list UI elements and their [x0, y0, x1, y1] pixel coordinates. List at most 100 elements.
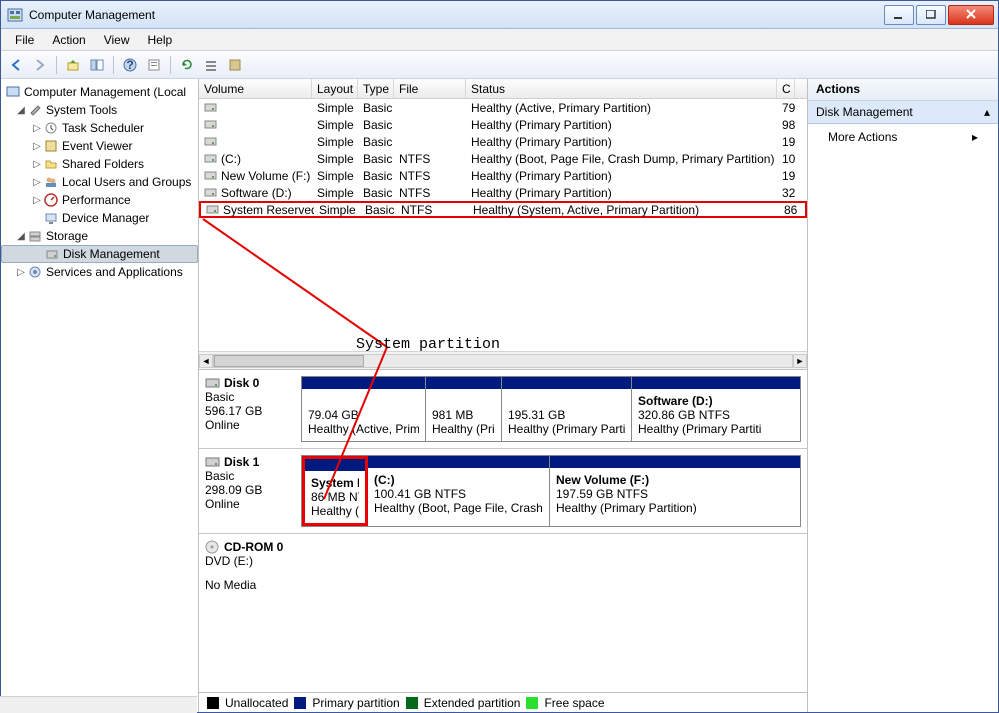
menu-help[interactable]: Help: [140, 31, 181, 49]
scroll-left-icon[interactable]: ◄: [199, 354, 213, 368]
actions-section[interactable]: Disk Management ▴: [808, 101, 998, 124]
partition[interactable]: New Volume (F:)197.59 GB NTFSHealthy (Pr…: [550, 456, 800, 526]
volume-row[interactable]: (C:)SimpleBasicNTFSHealthy (Boot, Page F…: [199, 150, 807, 167]
event-icon: [43, 138, 59, 154]
col-type[interactable]: Type: [358, 79, 394, 98]
menu-view[interactable]: View: [96, 31, 138, 49]
disk-block-cdrom[interactable]: CD-ROM 0 DVD (E:) No Media: [199, 534, 807, 598]
label: Computer Management (Local: [24, 85, 186, 99]
volume-status: Healthy (Primary Partition): [466, 135, 777, 149]
tree-event-viewer[interactable]: ▷Event Viewer: [1, 137, 198, 155]
part-size: 100.41 GB NTFS: [374, 487, 543, 501]
volume-fs: NTFS: [394, 169, 466, 183]
scroll-thumb[interactable]: [214, 355, 364, 367]
maximize-button[interactable]: [916, 5, 946, 25]
disk-name: CD-ROM 0: [224, 540, 283, 554]
users-icon: [43, 174, 59, 190]
legend-unallocated: Unallocated: [225, 696, 288, 710]
svg-text:?: ?: [126, 58, 133, 72]
volume-row[interactable]: System ReservedSimpleBasicNTFSHealthy (S…: [199, 201, 807, 218]
up-button[interactable]: [62, 54, 84, 76]
tree-scrollbar[interactable]: [1, 696, 197, 712]
performance-icon: [43, 192, 59, 208]
actions-pane: Actions Disk Management ▴ More Actions ▸: [808, 79, 998, 712]
computer-icon: [5, 84, 21, 100]
disk-type: DVD (E:): [205, 554, 297, 568]
back-button[interactable]: [5, 54, 27, 76]
col-layout[interactable]: Layout: [312, 79, 358, 98]
expand-icon[interactable]: ▷: [31, 195, 43, 206]
tree-storage[interactable]: ◢Storage: [1, 227, 198, 245]
tree-task-scheduler[interactable]: ▷Task Scheduler: [1, 119, 198, 137]
refresh-button[interactable]: [176, 54, 198, 76]
collapse-icon[interactable]: ▴: [984, 105, 990, 119]
disk-block-0[interactable]: Disk 0 Basic 596.17 GB Online 79.04 GBHe…: [199, 370, 807, 449]
partition[interactable]: (C:)100.41 GB NTFSHealthy (Boot, Page Fi…: [368, 456, 550, 526]
app-icon: [7, 7, 23, 23]
menu-file[interactable]: File: [7, 31, 42, 49]
disk-block-1[interactable]: Disk 1 Basic 298.09 GB Online System R86…: [199, 449, 807, 534]
volume-icon: [204, 102, 218, 113]
legend: Unallocated Primary partition Extended p…: [199, 692, 807, 712]
list-view-button[interactable]: [200, 54, 222, 76]
expand-icon[interactable]: ▷: [31, 177, 43, 188]
minimize-button[interactable]: [884, 5, 914, 25]
collapse-icon[interactable]: ◢: [15, 231, 27, 242]
menu-action[interactable]: Action: [44, 31, 93, 49]
tree-local-users[interactable]: ▷Local Users and Groups: [1, 173, 198, 191]
partition[interactable]: Software (D:)320.86 GB NTFSHealthy (Prim…: [632, 377, 800, 441]
help-button[interactable]: ?: [119, 54, 141, 76]
cdrom-icon: [205, 540, 221, 554]
volume-type: Basic: [358, 101, 394, 115]
volume-name: Software (D:): [221, 186, 292, 200]
expand-icon[interactable]: ▷: [31, 141, 43, 152]
volume-row[interactable]: SimpleBasicHealthy (Active, Primary Part…: [199, 99, 807, 116]
disk-state: No Media: [205, 578, 297, 592]
expand-icon[interactable]: ▷: [15, 267, 27, 278]
volume-row[interactable]: New Volume (F:)SimpleBasicNTFSHealthy (P…: [199, 167, 807, 184]
label: Disk Management: [63, 247, 160, 261]
scroll-right-icon[interactable]: ►: [793, 354, 807, 368]
tree-services[interactable]: ▷Services and Applications: [1, 263, 198, 281]
volume-list-hscroll[interactable]: ◄ ►: [199, 351, 807, 369]
disk-type: Basic: [205, 390, 297, 404]
tree-device-manager[interactable]: Device Manager: [1, 209, 198, 227]
part-status: Healthy (S: [311, 504, 359, 518]
volume-row[interactable]: SimpleBasicHealthy (Primary Partition)19: [199, 133, 807, 150]
partition[interactable]: 79.04 GBHealthy (Active, Prim: [302, 377, 426, 441]
col-volume[interactable]: Volume: [199, 79, 312, 98]
tree-root[interactable]: Computer Management (Local: [1, 83, 198, 101]
expand-icon[interactable]: ▷: [31, 159, 43, 170]
titlebar[interactable]: Computer Management: [1, 1, 998, 29]
center-pane: Volume Layout Type File System Status C …: [199, 79, 808, 712]
partition-system-reserved[interactable]: System R86 MB NTIHealthy (S: [302, 456, 368, 526]
tree-system-tools[interactable]: ◢System Tools: [1, 101, 198, 119]
volume-type: Basic: [358, 118, 394, 132]
part-name: New Volume (F:): [556, 473, 794, 487]
label: More Actions: [828, 130, 897, 144]
properties-button[interactable]: [143, 54, 165, 76]
disk-graphical-view: Disk 0 Basic 596.17 GB Online 79.04 GBHe…: [199, 369, 807, 692]
collapse-icon[interactable]: ◢: [15, 105, 27, 116]
close-button[interactable]: [948, 5, 994, 25]
tree-performance[interactable]: ▷Performance: [1, 191, 198, 209]
partition[interactable]: 981 MBHealthy (Pri: [426, 377, 502, 441]
col-filesystem[interactable]: File System: [394, 79, 466, 98]
volume-fs: NTFS: [394, 152, 466, 166]
tree-disk-management[interactable]: Disk Management: [1, 245, 198, 263]
show-hide-tree-button[interactable]: [86, 54, 108, 76]
settings-button[interactable]: [224, 54, 246, 76]
volume-row[interactable]: Software (D:)SimpleBasicNTFSHealthy (Pri…: [199, 184, 807, 201]
expand-icon[interactable]: ▷: [31, 123, 43, 134]
partition[interactable]: 195.31 GBHealthy (Primary Partiti: [502, 377, 632, 441]
legend-free: Free space: [544, 696, 604, 710]
forward-button[interactable]: [29, 54, 51, 76]
label: Device Manager: [62, 211, 149, 225]
volume-row[interactable]: SimpleBasicHealthy (Primary Partition)98: [199, 116, 807, 133]
disk-name: Disk 0: [224, 376, 259, 390]
volume-type: Basic: [358, 152, 394, 166]
col-status[interactable]: Status: [466, 79, 777, 98]
tree-shared-folders[interactable]: ▷Shared Folders: [1, 155, 198, 173]
col-c[interactable]: C: [777, 79, 795, 98]
more-actions-link[interactable]: More Actions ▸: [808, 124, 998, 150]
